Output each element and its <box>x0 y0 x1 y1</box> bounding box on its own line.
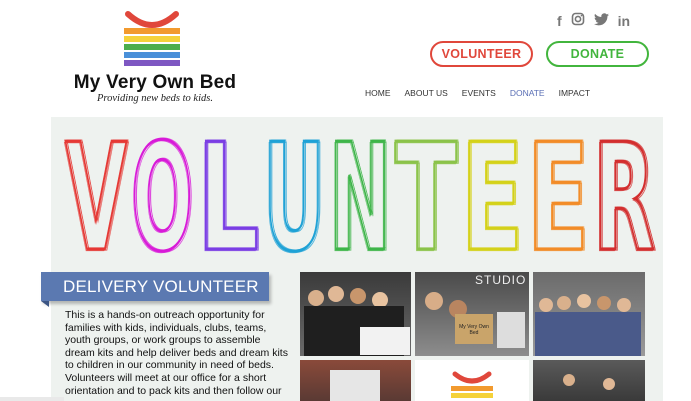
svg-text:E: E <box>463 117 525 267</box>
svg-text:V: V <box>67 117 129 267</box>
photo-logo[interactable] <box>415 360 529 401</box>
facebook-icon[interactable]: f <box>557 13 562 29</box>
volunteer-button[interactable]: VOLUNTEER <box>430 41 533 67</box>
social-links: f in <box>557 12 630 29</box>
photo-group-volunteers-2[interactable] <box>533 272 645 356</box>
svg-text:O: O <box>133 117 195 267</box>
svg-text:U: U <box>265 117 327 267</box>
delivery-volunteer-banner: DELIVERY VOLUNTEER <box>41 272 269 301</box>
svg-text:E: E <box>529 117 591 267</box>
scroll-hint-bar <box>0 397 64 401</box>
banner-tail <box>41 301 49 307</box>
section-body: This is a hands-on outreach opportunity … <box>65 309 288 397</box>
nav-events[interactable]: EVENTS <box>462 88 496 98</box>
donate-button[interactable]: DONATE <box>546 41 649 67</box>
hero-letter-4: UUUU <box>261 117 327 267</box>
svg-text:R: R <box>595 117 657 267</box>
hero-volunteer-lettering: VVVV OOOO LLLL UUUU NNNN TTTT EEEE EEEE RRRR <box>63 117 657 267</box>
instagram-icon[interactable] <box>571 12 585 29</box>
hero-letter-1: VVVV <box>63 117 129 267</box>
box-label: My Very Own Bed <box>459 324 489 336</box>
hero-letter-3: LLLL <box>195 117 261 267</box>
hero-letter-2: OOOO <box>129 117 195 267</box>
svg-text:N: N <box>331 117 393 267</box>
photo-warehouse[interactable] <box>533 360 645 401</box>
nav-donate[interactable]: DONATE <box>510 88 545 98</box>
brand-name: My Very Own Bed <box>73 72 237 93</box>
photo-delivery-truck[interactable] <box>300 360 411 401</box>
logo-icon <box>124 11 180 66</box>
photo-group-volunteers-1[interactable] <box>300 272 411 356</box>
photo-studio-volunteers[interactable]: STUDIO My Very Own Bed <box>415 272 529 356</box>
hero-letter-5: NNNN <box>327 117 393 267</box>
brand-tagline: Providing new beds to kids. <box>97 93 213 104</box>
studio-sign: STUDIO <box>475 273 527 287</box>
hero-letter-9: RRRR <box>591 117 657 267</box>
hero-letter-6: TTTT <box>393 117 459 267</box>
linkedin-icon[interactable]: in <box>618 13 630 29</box>
nav-home[interactable]: HOME <box>365 88 391 98</box>
svg-text:L: L <box>199 117 261 267</box>
hero-letter-8: EEEE <box>525 117 591 267</box>
twitter-icon[interactable] <box>593 12 609 29</box>
nav-about-us[interactable]: ABOUT US <box>405 88 448 98</box>
svg-text:T: T <box>397 117 459 267</box>
logo-icon <box>451 371 493 398</box>
section-title: DELIVERY VOLUNTEER <box>63 276 259 296</box>
hero-letter-7: EEEE <box>459 117 525 267</box>
main-nav: HOME ABOUT US EVENTS DONATE IMPACT <box>365 88 604 98</box>
nav-impact[interactable]: IMPACT <box>559 88 590 98</box>
